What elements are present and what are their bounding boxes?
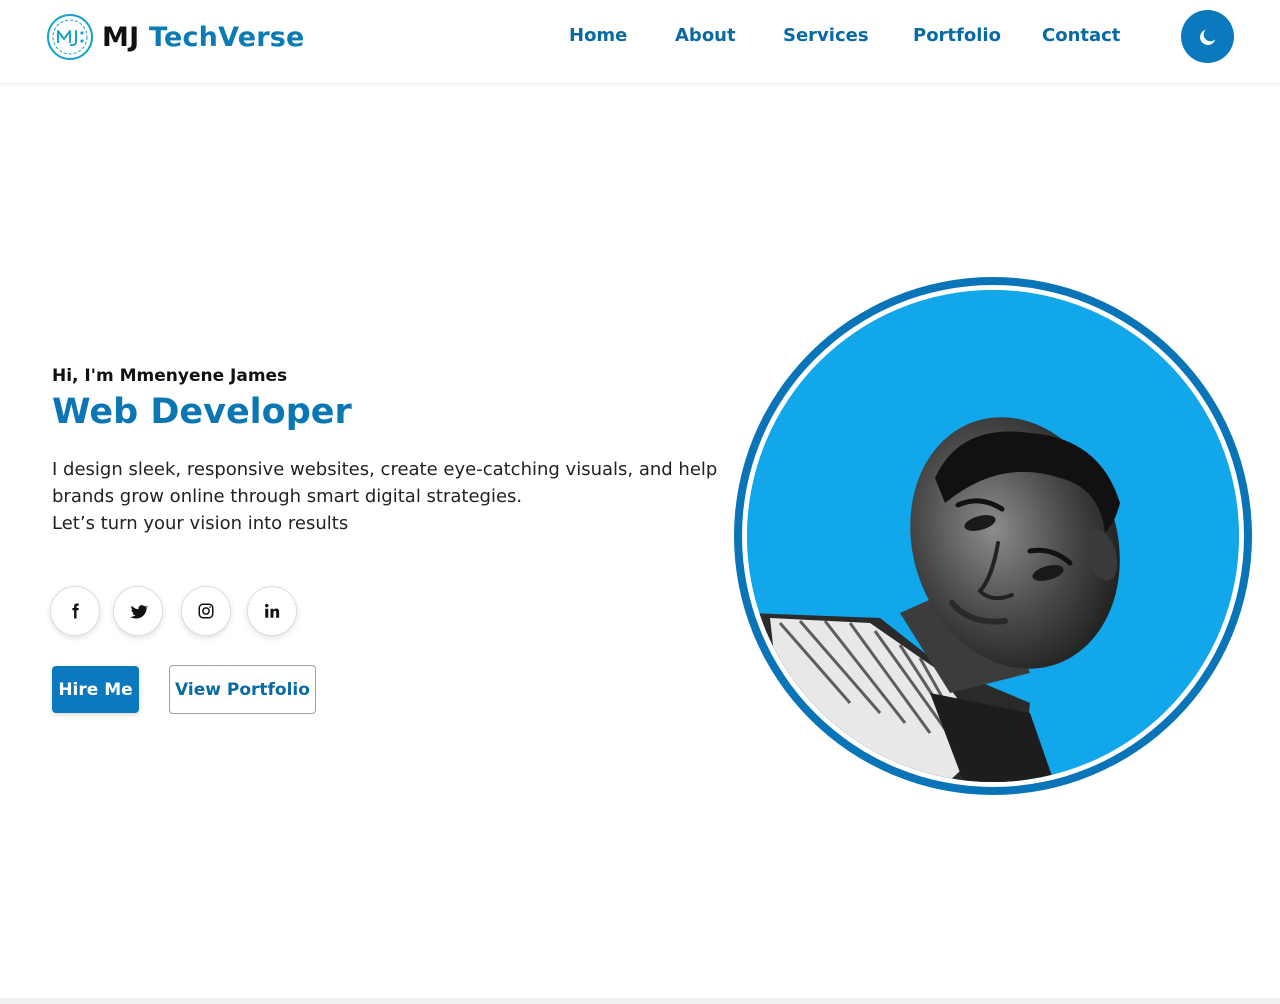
facebook-icon	[72, 603, 79, 619]
moon-icon	[1199, 29, 1215, 45]
hero-role-title: Web Developer	[52, 392, 352, 432]
site-header: MJ TechVerse Home About Services Portfol…	[0, 0, 1280, 84]
theme-toggle-button[interactable]	[1181, 10, 1234, 63]
nav-home[interactable]: Home	[569, 24, 627, 48]
brand-name-techverse: TechVerse	[148, 21, 305, 53]
twitter-icon	[129, 604, 148, 619]
hero-intro: I design sleek, responsive websites, cre…	[52, 456, 722, 537]
instagram-icon	[198, 603, 214, 619]
brand-mark-icon	[47, 14, 93, 60]
hero-greeting: Hi, I'm Mmenyene James	[52, 366, 288, 386]
nav-about[interactable]: About	[675, 24, 736, 48]
hire-me-button[interactable]: Hire Me	[52, 666, 139, 713]
hero-intro-line-2: Let’s turn your vision into results	[52, 513, 349, 534]
view-portfolio-button[interactable]: View Portfolio	[169, 665, 316, 714]
linkedin-link[interactable]	[247, 586, 297, 636]
instagram-link[interactable]	[181, 586, 231, 636]
brand-name: MJ TechVerse	[102, 22, 305, 53]
twitter-link[interactable]	[113, 586, 163, 636]
linkedin-icon	[265, 603, 280, 618]
nav-contact[interactable]: Contact	[1042, 24, 1120, 48]
profile-portrait	[734, 277, 1252, 795]
nav-portfolio[interactable]: Portfolio	[913, 24, 1001, 48]
brand-logo[interactable]: MJ TechVerse	[46, 13, 305, 61]
hero-intro-line-1: I design sleek, responsive websites, cre…	[52, 459, 718, 507]
page-bottom-divider	[0, 998, 1280, 1004]
nav-services[interactable]: Services	[783, 24, 869, 48]
brand-name-mj: MJ	[102, 21, 140, 53]
facebook-link[interactable]	[50, 586, 100, 636]
